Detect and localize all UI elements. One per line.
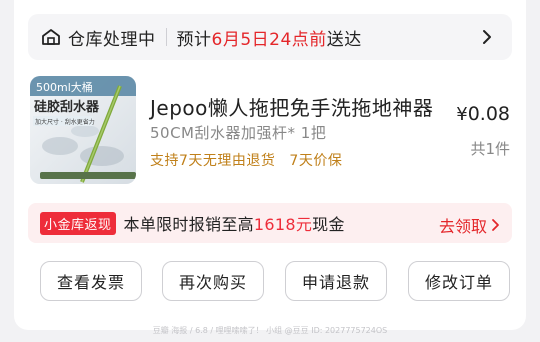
modify-order-button[interactable]: 修改订单 <box>408 261 510 301</box>
request-refund-button[interactable]: 申请退款 <box>285 261 387 301</box>
product-price: ¥0.08 <box>456 103 510 125</box>
service-promises: 支持7天无理由退货 7天价保 <box>150 150 342 170</box>
price-protection: 7天价保 <box>289 153 343 169</box>
image-label-squeegee: 硅胶刮水器 <box>34 99 100 115</box>
delivery-date: 6月5日24点前 <box>211 29 327 50</box>
cashback-badge: 小金库返现 <box>40 211 116 235</box>
delivery-estimate: 预计6月5日24点前送达 <box>176 29 362 50</box>
order-status-title: 仓库处理中 <box>68 29 156 50</box>
product-quantity: 共1件 <box>470 140 510 158</box>
buy-again-button[interactable]: 再次购买 <box>162 261 264 301</box>
claim-cashback-link[interactable]: 去领取 <box>439 213 500 237</box>
view-invoice-button[interactable]: 查看发票 <box>40 261 142 301</box>
cashback-banner[interactable]: 小金库返现 本单限时报销至高1618元现金 去领取 <box>28 203 512 243</box>
watermark-footer: 豆瓣 海报 / 6.8 / 哩哩嗦嗦了！ 小组 @豆豆 ID: 20277757… <box>152 326 388 335</box>
order-status-bar[interactable]: 仓库处理中 预计6月5日24点前送达 <box>28 14 512 60</box>
return-policy: 支持7天无理由退货 <box>150 153 276 169</box>
image-label-size: 加大尺寸 · 刮水更省力 <box>35 118 95 126</box>
product-image[interactable]: 500ml大桶 硅胶刮水器 加大尺寸 · 刮水更省力 <box>30 76 136 184</box>
warehouse-icon <box>40 26 62 48</box>
product-spec: 50CM刮水器加强杆* 1把 <box>150 124 327 142</box>
cashback-amount: 1618元 <box>253 215 313 234</box>
image-label-capacity: 500ml大桶 <box>36 80 93 94</box>
chevron-right-icon <box>492 219 499 231</box>
status-divider <box>165 28 167 46</box>
product-name[interactable]: Jepoo懒人拖把免手洗拖地神器 <box>150 92 433 121</box>
chevron-right-icon[interactable] <box>476 26 498 48</box>
cashback-text: 本单限时报销至高1618元现金 <box>123 215 345 234</box>
